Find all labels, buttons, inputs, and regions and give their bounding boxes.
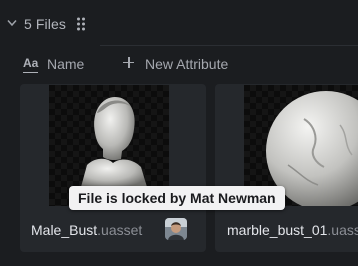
group-header: 5 Files — [0, 0, 358, 46]
text-type-icon: Aa — [23, 56, 39, 73]
group-title[interactable]: 5 Files — [24, 16, 66, 32]
plus-icon[interactable] — [123, 57, 134, 68]
chevron-down-icon[interactable] — [7, 19, 17, 27]
avatar[interactable] — [165, 218, 187, 240]
file-card-marble-bust[interactable]: marble_bust_01.uasset — [215, 84, 358, 252]
grip-icon[interactable] — [76, 17, 86, 31]
new-attribute-button[interactable]: New Attribute — [145, 56, 228, 72]
file-name[interactable]: marble_bust_01.uasset — [227, 222, 358, 238]
name-column-header[interactable]: Name — [47, 56, 84, 72]
lock-tooltip: File is locked by Mat Newman — [69, 186, 285, 210]
file-card-male-bust[interactable]: Male_Bust.uasset — [20, 84, 206, 252]
file-name[interactable]: Male_Bust.uasset — [31, 222, 142, 238]
header-divider — [100, 45, 358, 46]
